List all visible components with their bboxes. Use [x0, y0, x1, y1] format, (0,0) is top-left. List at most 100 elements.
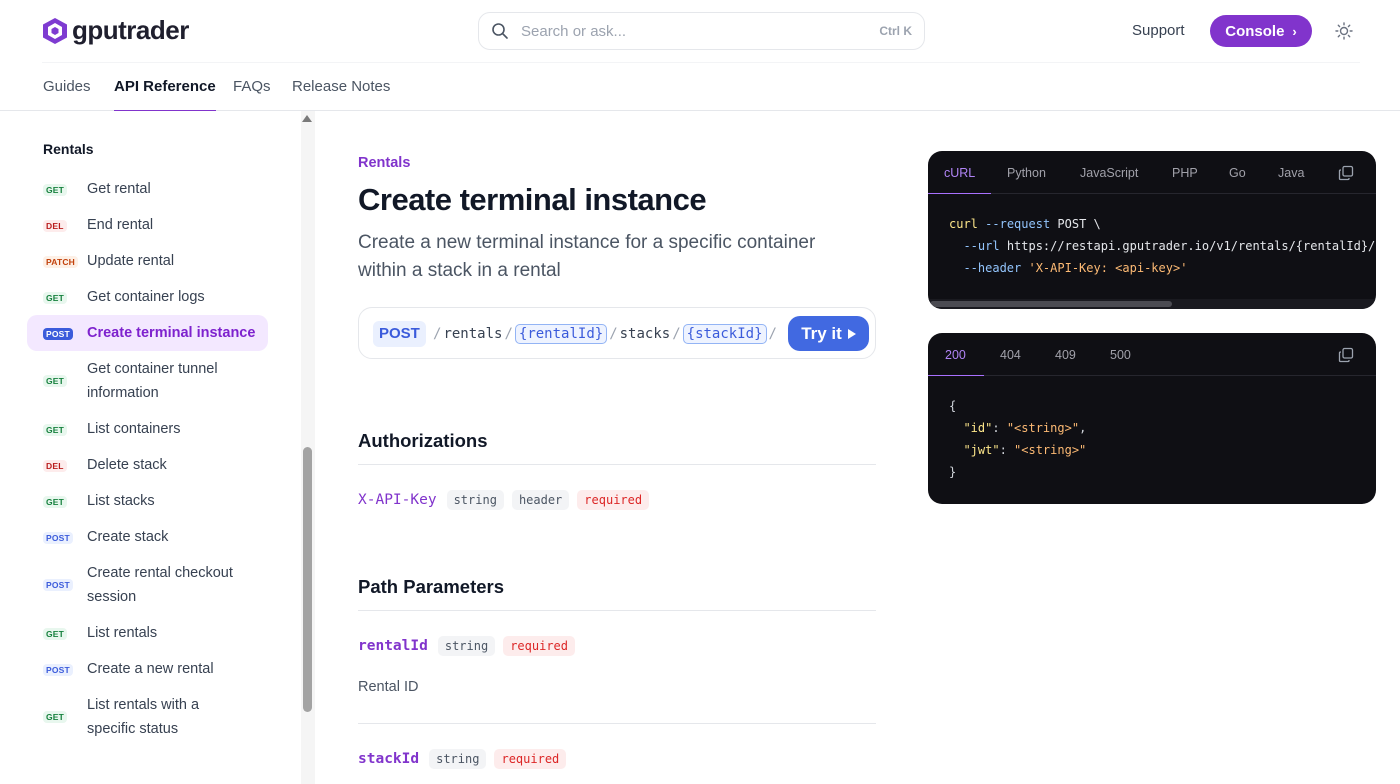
required-pill: required [494, 749, 567, 769]
path-param: {rentalId} [514, 324, 608, 344]
logo-text: gputrader [72, 15, 189, 45]
nav-tabs: Guides API Reference FAQs Release Notes [0, 63, 1400, 111]
support-link[interactable]: Support [1132, 22, 1185, 39]
field-name: rentalId [358, 638, 428, 654]
response-code-panel: 200 404 409 500 { "id": "<string>", "jwt… [928, 333, 1376, 504]
response-code: { "id": "<string>", "jwt": "<string>" } [949, 399, 1087, 479]
sidebar-item-create-rental-checkout[interactable]: POST Create rental checkout session [27, 561, 268, 609]
tab-curl[interactable]: cURL [944, 166, 975, 180]
method-badge: POST [43, 579, 87, 591]
path-parameters-heading: Path Parameters [358, 576, 505, 597]
sidebar-item-label: Delete stack [87, 457, 167, 473]
sidebar-item-list-stacks[interactable]: GET List stacks [27, 489, 268, 513]
tab-faqs[interactable]: FAQs [233, 78, 271, 111]
sidebar-item-delete-stack[interactable]: DEL Delete stack [27, 453, 268, 477]
tab-404[interactable]: 404 [1000, 348, 1021, 362]
method-badge: GET [43, 496, 87, 508]
method-badge: POST [43, 664, 87, 676]
sidebar-item-list-rentals-status[interactable]: GET List rentals with a specific status [27, 693, 268, 741]
param-field-row: stackId string required [358, 749, 567, 769]
sidebar-item-label: Get rental [87, 181, 151, 197]
sidebar-item-label: List rentals [87, 625, 158, 641]
field-description: Rental ID [358, 679, 419, 695]
endpoint-method-badge: POST [373, 321, 426, 347]
path-segment: rentals [443, 326, 503, 342]
language-tabs: cURL Python JavaScript PHP Go Java [928, 151, 1376, 194]
sidebar-item-list-rentals[interactable]: GET List rentals [27, 621, 268, 645]
method-badge: POST [43, 328, 87, 340]
sidebar-item-label: Create stack [87, 529, 169, 545]
tab-python[interactable]: Python [1007, 166, 1046, 180]
sidebar-item-get-container-logs[interactable]: GET Get container logs [27, 285, 268, 309]
sidebar-item-label: List stacks [87, 493, 155, 509]
scroll-up-arrow-icon[interactable] [302, 115, 312, 122]
section-divider [358, 464, 876, 465]
tab-guides[interactable]: Guides [43, 78, 91, 111]
copy-icon[interactable] [1338, 347, 1354, 363]
sidebar-item-list-containers[interactable]: GET List containers [27, 417, 268, 441]
try-it-button[interactable]: Try it [788, 316, 869, 351]
page-title: Create terminal instance [358, 182, 707, 217]
sidebar-item-label: Create rental checkout session [87, 565, 233, 605]
field-name: stackId [358, 751, 420, 767]
tab-release-notes[interactable]: Release Notes [292, 78, 390, 111]
tab-java[interactable]: Java [1278, 166, 1304, 180]
method-badge: GET [43, 292, 87, 304]
code-horizontal-scrollbar[interactable] [928, 299, 1376, 309]
sidebar-item-label: Get container tunnel information [87, 361, 218, 401]
search-shortcut: Ctrl K [879, 24, 912, 38]
method-badge: GET [43, 628, 87, 640]
tab-javascript[interactable]: JavaScript [1080, 166, 1138, 180]
tab-409[interactable]: 409 [1055, 348, 1076, 362]
sidebar-item-create-stack[interactable]: POST Create stack [27, 525, 268, 549]
chevron-right-icon: › [1292, 23, 1297, 39]
sidebar-item-label: Get container logs [87, 289, 205, 305]
logo[interactable]: gputrader [42, 15, 189, 46]
sidebar-item-get-container-tunnel[interactable]: GET Get container tunnel information [27, 357, 268, 405]
method-badge: DEL [43, 460, 87, 472]
sidebar-item-label: Create a new rental [87, 661, 214, 677]
request-code-panel: cURL Python JavaScript PHP Go Java curl … [928, 151, 1376, 309]
field-divider [358, 723, 876, 724]
sidebar-scroll-thumb[interactable] [303, 447, 312, 712]
sidebar-item-create-terminal-instance[interactable]: POST Create terminal instance [27, 315, 268, 351]
try-it-label: Try it [801, 323, 842, 343]
method-badge: GET [43, 424, 87, 436]
auth-field-row: X-API-Key string header required [358, 490, 650, 510]
type-pill: string [437, 636, 496, 656]
page-description: Create a new terminal instance for a spe… [358, 232, 816, 281]
tab-api-reference[interactable]: API Reference [114, 78, 216, 111]
search-icon [492, 23, 508, 39]
param-field-row: rentalId string required [358, 636, 575, 656]
endpoint-path[interactable]: /rentals/{rentalId}/stacks/{stackId}/ [431, 322, 776, 346]
sidebar-item-get-rental[interactable]: GET Get rental [27, 177, 268, 201]
method-badge: GET [43, 711, 87, 723]
active-tab-indicator [928, 374, 984, 376]
sidebar-item-update-rental[interactable]: PATCH Update rental [27, 249, 268, 273]
logo-cube-icon [43, 17, 67, 44]
tab-200[interactable]: 200 [945, 348, 966, 362]
tab-500[interactable]: 500 [1110, 348, 1131, 362]
copy-icon[interactable] [1338, 165, 1354, 181]
sidebar-item-create-new-rental[interactable]: POST Create a new rental [27, 657, 268, 681]
required-pill: required [577, 490, 650, 510]
tab-php[interactable]: PHP [1172, 166, 1198, 180]
required-pill: required [503, 636, 575, 656]
status-tabs: 200 404 409 500 [928, 333, 1376, 376]
request-code: curl --request POST \ --url https://rest… [949, 217, 1376, 275]
authorizations-heading: Authorizations [358, 430, 488, 451]
sun-icon[interactable] [1335, 22, 1353, 40]
sidebar-item-end-rental[interactable]: DEL End rental [27, 213, 268, 237]
type-pill: string [446, 490, 504, 510]
method-badge: DEL [43, 220, 87, 232]
search-input[interactable]: Search or ask... Ctrl K [478, 12, 925, 50]
location-pill: header [511, 490, 570, 510]
sidebar-item-label: Update rental [87, 253, 175, 269]
sidebar: Rentals GET Get rental DEL End rental PA… [0, 111, 300, 784]
breadcrumb[interactable]: Rentals [358, 155, 410, 171]
tab-go[interactable]: Go [1229, 166, 1246, 180]
console-button[interactable]: Console › [1210, 15, 1312, 47]
code-scroll-thumb[interactable] [930, 301, 1172, 307]
sidebar-group-title: Rentals [43, 141, 94, 157]
type-pill: string [429, 749, 487, 769]
